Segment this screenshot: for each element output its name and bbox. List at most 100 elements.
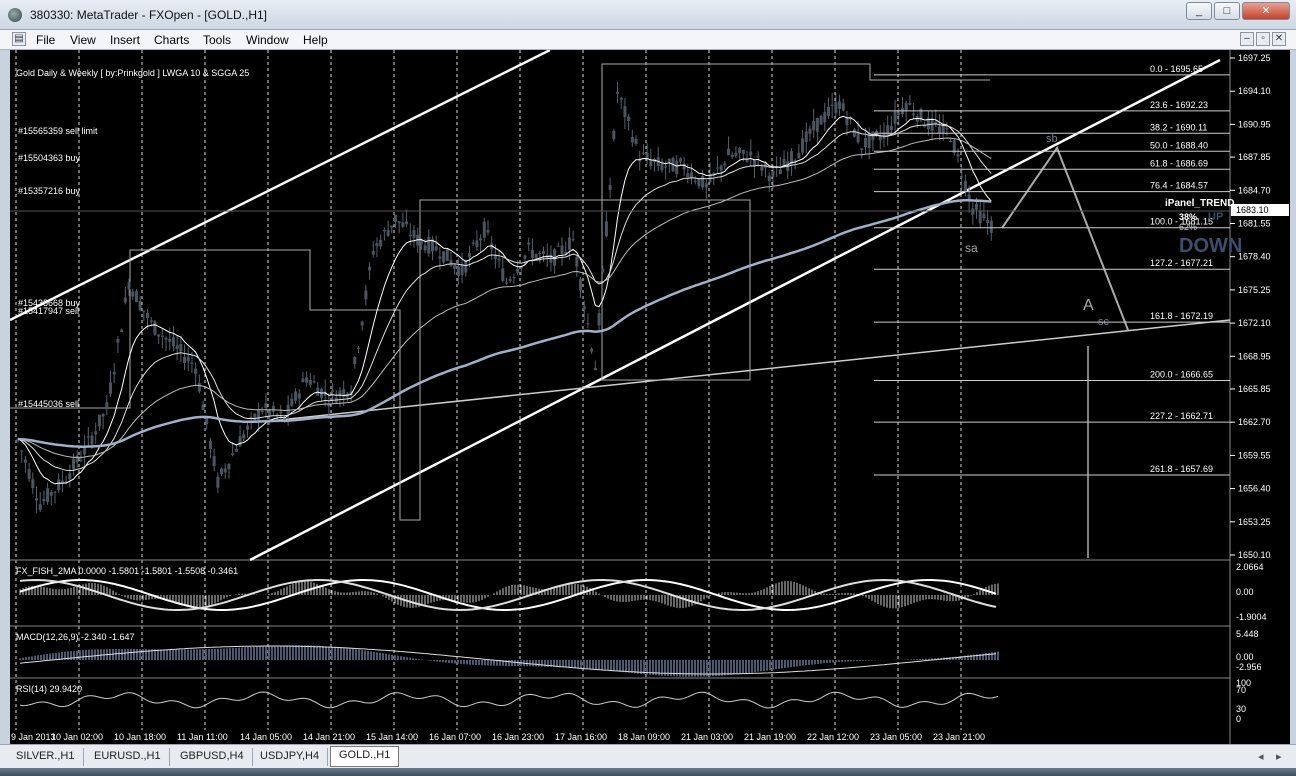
child-restore-button[interactable]: ▫ [1256,32,1270,46]
candle-body [72,458,76,470]
candle-body [220,468,224,475]
app-window: 380330: MetaTrader - FXOpen - [GOLD.,H1]… [0,0,1296,776]
tab-silver[interactable]: SILVER.,H1 [8,748,84,766]
minimize-button[interactable]: _ [1186,2,1212,20]
rsi-label: RSI(14) 29.9420 [16,684,82,694]
fib-label: 0.0 - 1695.65 [1150,64,1203,74]
candle-body [834,102,838,114]
candle-body [53,491,57,493]
fib-label: 127.2 - 1677.21 [1150,258,1213,268]
ma-medium-line[interactable] [17,123,992,472]
candle-body [46,488,50,502]
projection-line[interactable] [1001,145,1129,331]
rsi-line [19,691,999,709]
maximize-button[interactable]: □ [1214,2,1240,20]
candle-body [23,459,27,463]
document-icon[interactable]: ▤ [12,32,26,46]
tab-scroll-right-icon[interactable]: ▸ [1276,750,1282,763]
tab-gbpusd[interactable]: GBPUSD,H4 [172,748,253,766]
candle-body [542,251,546,254]
menu-tools[interactable]: Tools [203,33,231,47]
menu-insert[interactable]: Insert [110,33,140,47]
label-a: A [1083,297,1094,314]
menu-window[interactable]: Window [246,33,289,47]
menu-bar: ▤ File View Insert Charts Tools Window H… [0,30,1296,50]
upper-channel-line[interactable] [9,48,551,322]
candle-body [42,498,46,502]
candle-body [297,393,301,399]
candle-body [471,242,475,244]
candle-body [393,214,397,222]
order-sell-2[interactable]: #15445036 sell [18,399,79,409]
tab-gold[interactable]: GOLD.,H1 [330,746,400,767]
candle-body [212,456,216,467]
long-trend-line[interactable] [259,319,1231,423]
chart-svg[interactable]: sa sb sc A 0.0 - 1695.6523.6 - 1692.2338… [9,48,1290,744]
candle-body [534,254,538,259]
candle-body [723,163,727,166]
order-buy-1[interactable]: #15504363 buy [18,153,81,163]
candle-body [508,279,512,281]
order-buy-2[interactable]: #15357216 buy [18,186,81,196]
candle-body [634,138,638,144]
candle-body [260,410,264,413]
candle-body [590,348,594,352]
fib-label: 261.8 - 1657.69 [1150,464,1213,474]
indicator-axes: 2.06640.00-1.90045.4480.00-2.95610070300 [1236,562,1267,724]
candle-body [886,125,890,136]
candle-body [989,220,993,233]
fib-label: 200.0 - 1666.65 [1150,370,1213,380]
candle-body [294,391,298,401]
menu-view[interactable]: View [70,33,96,47]
tab-eurusd[interactable]: EURUSD.,H1 [86,748,170,766]
candle-body [678,158,682,162]
candle-body [149,320,153,322]
tab-usdjpy[interactable]: USDJPY,H4 [252,748,329,766]
candle-body [686,173,690,178]
candle-body [974,203,978,210]
candle-body [845,118,849,126]
chart-area[interactable]: sa sb sc A 0.0 - 1695.65 23.6 - 1692.23 38… [9,48,1290,744]
menu-charts[interactable]: Charts [154,33,189,47]
candle-body [405,221,409,225]
order-sell-1[interactable]: #15417947 sell [18,306,79,316]
candle-body [279,411,283,414]
candle-body [134,291,138,303]
candle-body [538,253,542,255]
candle-body [645,153,649,159]
ma-slow-line[interactable] [17,137,992,458]
tab-scroll-left-icon[interactable]: ◂ [1258,750,1264,763]
time-tick-label: 14 Jan 05:00 [240,732,292,742]
candle-body [290,398,294,406]
time-tick-label: 16 Jan 23:00 [492,732,544,742]
close-button[interactable]: ✕ [1242,2,1290,20]
candle-body [889,125,893,131]
candle-body [593,368,597,371]
time-tick-label: 21 Jan 19:00 [744,732,796,742]
candle-body [201,404,205,411]
candle-body [767,175,771,182]
child-close-button[interactable]: ✕ [1272,32,1286,46]
candle-body [630,137,634,143]
candle-body [897,112,901,115]
candle-body [364,290,368,300]
candle-body [690,172,694,178]
time-tick-label: 10 Jan 02:00 [51,732,103,742]
order-sell-limit[interactable]: #15565359 sell limit [18,126,98,136]
candle-body [356,347,360,349]
candle-body [86,436,90,438]
indicator-axis-label: 30 [1236,704,1246,714]
candle-body [738,148,742,154]
macd-label: MACD(12,26,9) -2.340 -1.647 [16,632,135,642]
price-tick-label: 1653.25 [1238,517,1271,527]
ma-long-line[interactable] [17,199,992,448]
candle-body [231,453,235,455]
macd-indicator [19,645,999,677]
menu-help[interactable]: Help [303,33,328,47]
candle-body [164,337,168,340]
candle-body [35,498,39,501]
candle-body [338,390,342,395]
menu-file[interactable]: File [36,33,55,47]
candle-body [960,176,964,178]
child-minimize-button[interactable]: – [1240,32,1254,46]
